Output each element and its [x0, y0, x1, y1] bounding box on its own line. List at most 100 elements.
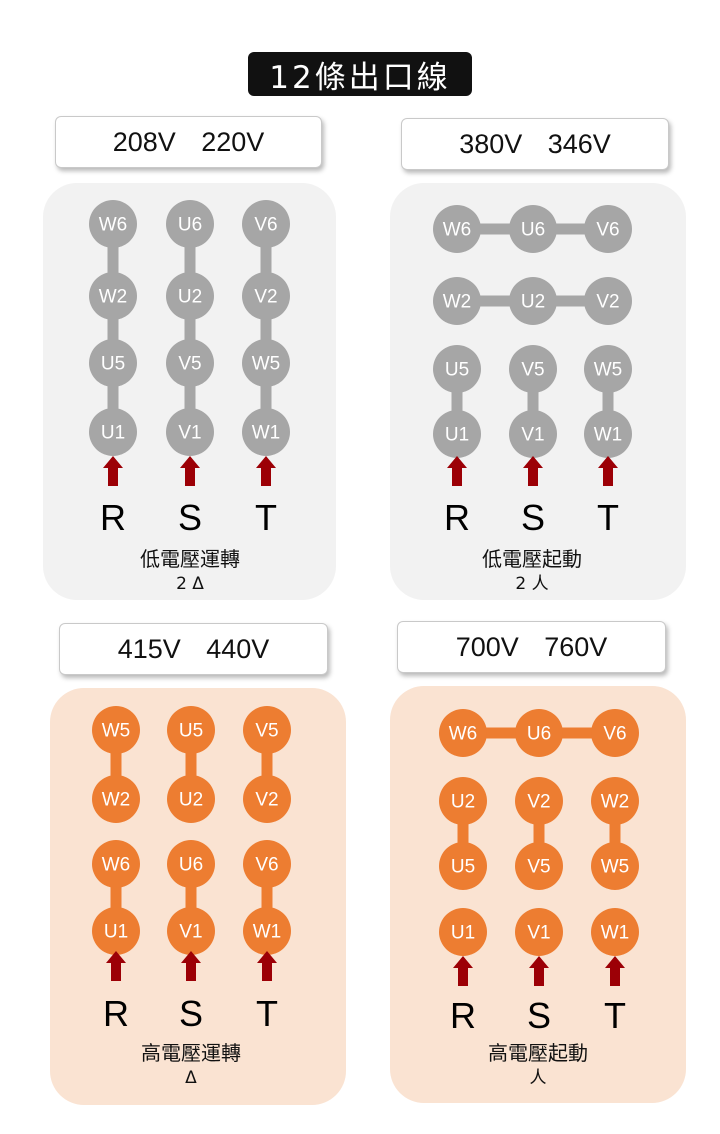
mode-name: 低電壓運轉	[140, 547, 240, 571]
terminal-U1: U1	[92, 907, 140, 955]
arrow-up-icon	[605, 956, 625, 986]
wiring-tl: W6 U6 V6 W2 U2 V2 U5 V5 W5 U1 V1 W1 R S T	[89, 200, 290, 538]
arrow-up-icon	[523, 456, 543, 486]
terminal-label: W5	[601, 857, 630, 878]
phase-label: S	[178, 497, 202, 538]
phase-label: S	[179, 993, 203, 1034]
terminal-U1: U1	[433, 410, 481, 458]
terminal-U5: U5	[89, 339, 137, 387]
terminal-label: W5	[252, 354, 281, 375]
terminal-label: V2	[254, 287, 277, 308]
terminal-label: W2	[102, 790, 131, 811]
phase-label: T	[256, 993, 278, 1034]
mode-name: 高電壓運轉	[141, 1041, 241, 1065]
terminal-V2: V2	[584, 277, 632, 325]
arrow-up-icon	[106, 951, 126, 981]
phase-label: T	[604, 995, 626, 1036]
connection-type: 2 人	[515, 574, 549, 594]
terminal-label: V5	[527, 857, 550, 878]
terminal-label: U2	[178, 287, 202, 308]
terminal-W5: W5	[242, 339, 290, 387]
terminal-label: U6	[521, 220, 545, 241]
terminal-W5: W5	[584, 345, 632, 393]
terminal-U5: U5	[433, 345, 481, 393]
terminal-label: W1	[601, 923, 630, 944]
connection-type: 2 Δ	[176, 574, 204, 594]
terminal-label: V1	[178, 423, 201, 444]
terminal-V6: V6	[243, 840, 291, 888]
terminal-label: W1	[252, 423, 281, 444]
terminal-U1: U1	[439, 908, 487, 956]
terminal-label: U5	[179, 721, 203, 742]
phase-label: S	[527, 995, 551, 1036]
terminal-label: V2	[255, 790, 278, 811]
terminal-label: V2	[527, 792, 550, 813]
terminal-U5: U5	[167, 706, 215, 754]
terminal-V1: V1	[509, 410, 557, 458]
mode-name: 高電壓起動	[488, 1041, 588, 1065]
terminal-label: V2	[596, 292, 619, 313]
terminal-label: W6	[449, 724, 478, 745]
mode-label-tl: 低電壓運轉 2 Δ	[95, 546, 285, 596]
terminal-U2: U2	[167, 775, 215, 823]
terminal-V1: V1	[167, 907, 215, 955]
terminal-V6: V6	[584, 205, 632, 253]
arrow-up-icon	[256, 456, 276, 486]
terminal-label: W6	[443, 220, 472, 241]
terminal-label: U2	[451, 792, 475, 813]
terminal-label: V1	[179, 922, 202, 943]
terminal-W6: W6	[439, 709, 487, 757]
mode-label-tr: 低電壓起動 2 人	[437, 546, 627, 596]
terminal-label: W5	[594, 360, 623, 381]
terminal-label: U5	[445, 360, 469, 381]
terminal-label: W5	[102, 721, 131, 742]
arrow-up-icon	[181, 951, 201, 981]
connection-type: Δ	[185, 1068, 197, 1088]
phase-label: T	[255, 497, 277, 538]
terminal-label: V6	[254, 215, 277, 236]
terminal-U6: U6	[509, 205, 557, 253]
wiring-bl: W5 U5 V5 W2 U2 V2 W6 U6 V6 U1 V1 W1 R S T	[92, 706, 291, 1034]
terminal-label: W6	[102, 855, 131, 876]
terminal-U5: U5	[439, 842, 487, 890]
terminal-W2: W2	[591, 777, 639, 825]
terminal-W6: W6	[92, 840, 140, 888]
terminal-W1: W1	[243, 907, 291, 955]
terminal-V5: V5	[166, 339, 214, 387]
mode-label-br: 高電壓起動 人	[443, 1040, 633, 1090]
terminal-label: V6	[255, 855, 278, 876]
terminal-label: V5	[521, 360, 544, 381]
terminal-W1: W1	[242, 408, 290, 456]
terminal-label: U2	[179, 790, 203, 811]
terminal-label: W6	[99, 215, 128, 236]
terminal-V2: V2	[515, 777, 563, 825]
arrow-up-icon	[180, 456, 200, 486]
terminal-label: W2	[443, 292, 472, 313]
terminal-W5: W5	[591, 842, 639, 890]
arrow-up-icon	[447, 456, 467, 486]
terminal-V5: V5	[515, 842, 563, 890]
terminal-label: U1	[445, 425, 469, 446]
terminal-U2: U2	[439, 777, 487, 825]
terminal-V6: V6	[242, 200, 290, 248]
terminal-V1: V1	[515, 908, 563, 956]
terminal-V1: V1	[166, 408, 214, 456]
terminal-V5: V5	[509, 345, 557, 393]
terminal-W2: W2	[433, 277, 481, 325]
terminal-label: W2	[601, 792, 630, 813]
terminal-W6: W6	[433, 205, 481, 253]
terminal-V5: V5	[243, 706, 291, 754]
terminal-U6: U6	[167, 840, 215, 888]
mode-label-bl: 高電壓運轉 Δ	[96, 1040, 286, 1090]
terminal-W1: W1	[584, 410, 632, 458]
phase-label: R	[450, 995, 476, 1036]
terminal-W5: W5	[92, 706, 140, 754]
terminal-W2: W2	[92, 775, 140, 823]
terminal-label: W1	[594, 425, 623, 446]
terminal-label: V5	[178, 354, 201, 375]
terminal-U1: U1	[89, 408, 137, 456]
arrow-up-icon	[529, 956, 549, 986]
terminal-U2: U2	[166, 272, 214, 320]
terminal-label: V6	[596, 220, 619, 241]
wiring-tr: W6 U6 V6 W2 U2 V2 U5 V5 W5 U1 V1 W1 R S T	[433, 205, 632, 538]
